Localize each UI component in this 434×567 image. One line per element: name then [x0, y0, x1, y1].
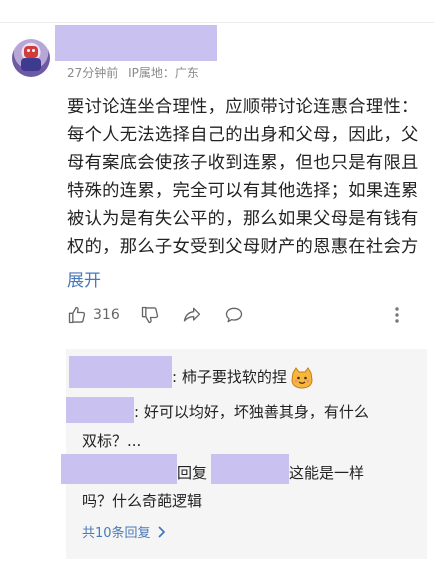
comment-text: 要讨论连坐合理性，应顺带讨论连惠合理性：每个人无法选择自己的出身和父母，因此，父…	[67, 97, 419, 257]
avatar[interactable]	[12, 39, 50, 77]
comment-actions: 316	[67, 302, 417, 328]
avatar-robot-body	[21, 58, 41, 71]
share-button[interactable]	[181, 302, 203, 328]
expand-link[interactable]: 展开	[67, 266, 101, 291]
reply-2-text: : 好可以均好，坏独善其身，有什么	[134, 403, 369, 421]
reply-2-username-redacted[interactable]	[66, 397, 134, 423]
cat-emoji-icon	[291, 366, 313, 389]
dislike-button[interactable]	[140, 302, 160, 328]
like-count: 316	[93, 307, 120, 323]
reply-1-line: : 柿子要找软的捏	[172, 366, 314, 389]
reply-button[interactable]	[223, 302, 245, 328]
like-button[interactable]: 316	[67, 302, 120, 328]
reply-3-target-username-redacted[interactable]	[211, 454, 289, 484]
comment-ip-location: IP属地：广东	[128, 66, 199, 80]
reply-3-text: 这能是一样	[289, 464, 365, 482]
comment-meta: 27分钟前 IP属地：广东	[67, 64, 205, 81]
top-divider	[0, 22, 434, 23]
share-icon	[183, 307, 201, 322]
reply-1-username-redacted[interactable]	[69, 356, 172, 388]
avatar-robot-head	[24, 46, 38, 58]
username-redacted[interactable]	[55, 25, 217, 61]
avatar-robot-eye-left	[27, 49, 30, 52]
reply-3-reply-word: 回复	[177, 464, 208, 482]
view-all-replies-label: 共10条回复	[82, 526, 151, 541]
chevron-right-icon	[157, 525, 165, 538]
reply-3-text-cont: 吗？什么奇葩逻辑	[82, 492, 203, 510]
reply-1-text: : 柿子要找软的捏	[172, 368, 287, 386]
avatar-robot-eye-right	[32, 49, 35, 52]
thumbs-up-icon	[68, 306, 86, 324]
view-all-replies-link[interactable]: 共10条回复	[82, 522, 165, 541]
more-vertical-icon	[395, 307, 399, 323]
more-options-button[interactable]	[392, 302, 402, 328]
comment-time: 27分钟前	[67, 66, 119, 80]
speech-bubble-icon	[225, 307, 243, 323]
reply-2-text-cont: 双标？...	[82, 432, 142, 450]
thumbs-down-icon	[141, 306, 159, 324]
reply-3-username-redacted[interactable]	[61, 454, 177, 484]
